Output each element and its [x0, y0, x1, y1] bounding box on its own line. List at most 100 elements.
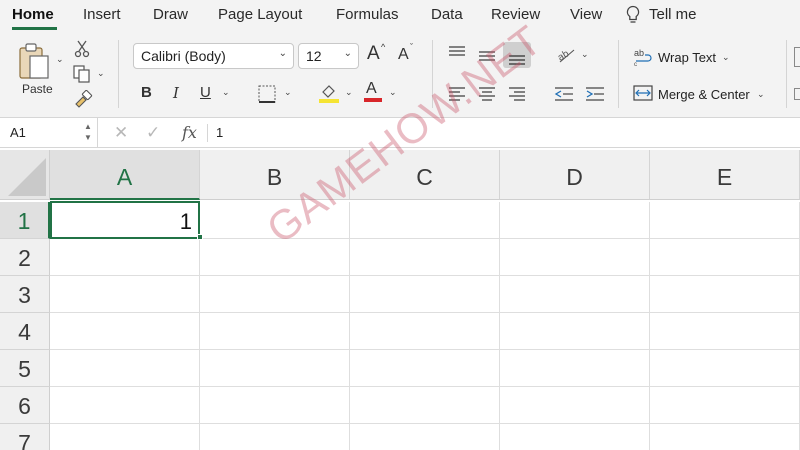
- row-header-3[interactable]: 3: [0, 276, 50, 313]
- number-format-icon[interactable]: [794, 88, 800, 100]
- cell-c5[interactable]: [350, 350, 500, 387]
- wrap-text-chevron-icon[interactable]: ⌄: [722, 52, 730, 63]
- row-header-5[interactable]: 5: [0, 350, 50, 387]
- cell-e5[interactable]: [650, 350, 800, 387]
- cut-icon[interactable]: [74, 40, 90, 58]
- font-color-button[interactable]: A: [366, 80, 377, 98]
- cell-a5[interactable]: [50, 350, 200, 387]
- underline-button[interactable]: U: [200, 84, 211, 101]
- cell-e3[interactable]: [650, 276, 800, 313]
- paste-options-chevron-icon[interactable]: ⌄: [56, 54, 64, 65]
- cell-b7[interactable]: [200, 424, 350, 450]
- bold-button[interactable]: B: [141, 84, 152, 101]
- column-header-d[interactable]: D: [500, 150, 650, 200]
- cell-b5[interactable]: [200, 350, 350, 387]
- shrink-font-caret-icon: ˇ: [410, 42, 413, 52]
- formula-input[interactable]: 1: [216, 125, 223, 140]
- cell-a7[interactable]: [50, 424, 200, 450]
- select-all-button[interactable]: [0, 150, 50, 200]
- tab-insert[interactable]: Insert: [83, 6, 121, 23]
- cell-d7[interactable]: [500, 424, 650, 450]
- name-box-stepper-icon[interactable]: ▲ ▼: [84, 121, 92, 143]
- tab-view[interactable]: View: [570, 6, 602, 23]
- column-header-e[interactable]: E: [650, 150, 800, 200]
- orientation-icon[interactable]: ab: [556, 44, 578, 64]
- increase-indent-icon[interactable]: [585, 86, 605, 102]
- column-header-a[interactable]: A: [50, 150, 200, 200]
- cell-e6[interactable]: [650, 387, 800, 424]
- row-header-2[interactable]: 2: [0, 239, 50, 276]
- cell-d3[interactable]: [500, 276, 650, 313]
- chevron-down-icon: ⌄: [278, 48, 287, 59]
- cell-d2[interactable]: [500, 239, 650, 276]
- font-size-dropdown[interactable]: 12 ⌄: [298, 43, 359, 69]
- ribbon-home: ⌄ Paste ⌄ Calibri (Body) ⌄ 12 ⌄ A ^ A ˇ …: [0, 30, 800, 118]
- tab-home[interactable]: Home: [12, 6, 54, 23]
- fill-handle[interactable]: [197, 234, 203, 240]
- copy-icon[interactable]: [73, 65, 91, 83]
- row-header-7[interactable]: 7: [0, 424, 50, 450]
- number-format-dropdown[interactable]: [794, 47, 800, 67]
- font-color-swatch: [364, 98, 382, 102]
- fill-color-chevron-icon[interactable]: ⌄: [345, 87, 353, 98]
- borders-icon[interactable]: [258, 85, 276, 103]
- cancel-icon[interactable]: ✕: [114, 123, 128, 143]
- borders-chevron-icon[interactable]: ⌄: [284, 87, 292, 98]
- name-box[interactable]: A1 ▲ ▼: [0, 118, 98, 148]
- insert-function-icon[interactable]: fx: [182, 123, 197, 142]
- font-name-dropdown[interactable]: Calibri (Body) ⌄: [133, 43, 294, 69]
- enter-icon[interactable]: ✓: [146, 123, 160, 143]
- tab-formulas[interactable]: Formulas: [336, 6, 399, 23]
- merge-center-button[interactable]: Merge & Center: [658, 87, 750, 102]
- cell-c1[interactable]: [350, 202, 500, 239]
- cell-c2[interactable]: [350, 239, 500, 276]
- underline-chevron-icon[interactable]: ⌄: [222, 87, 230, 98]
- merge-center-chevron-icon[interactable]: ⌄: [757, 89, 765, 100]
- wrap-text-icon: ab c: [634, 48, 652, 67]
- cell-a3[interactable]: [50, 276, 200, 313]
- cell-e2[interactable]: [650, 239, 800, 276]
- tab-tell-me[interactable]: Tell me: [649, 6, 697, 23]
- align-right-icon[interactable]: [508, 86, 526, 102]
- copy-options-chevron-icon[interactable]: ⌄: [97, 68, 105, 79]
- grow-font-button[interactable]: A: [367, 43, 380, 65]
- cell-c4[interactable]: [350, 313, 500, 350]
- fill-color-icon[interactable]: [318, 82, 340, 104]
- cell-b2[interactable]: [200, 239, 350, 276]
- cell-d4[interactable]: [500, 313, 650, 350]
- cell-a4[interactable]: [50, 313, 200, 350]
- cell-e1[interactable]: [650, 202, 800, 239]
- paste-button[interactable]: Paste: [22, 82, 53, 96]
- cell-e7[interactable]: [650, 424, 800, 450]
- italic-button[interactable]: I: [173, 84, 179, 102]
- cell-d1[interactable]: [500, 202, 650, 239]
- align-top-icon[interactable]: [448, 46, 466, 60]
- ribbon-separator: [118, 40, 119, 108]
- cell-c3[interactable]: [350, 276, 500, 313]
- shrink-font-button[interactable]: A: [398, 46, 409, 64]
- tab-page-layout[interactable]: Page Layout: [218, 6, 302, 23]
- paste-icon[interactable]: [18, 42, 54, 82]
- cell-e4[interactable]: [650, 313, 800, 350]
- cell-b3[interactable]: [200, 276, 350, 313]
- row-header-1[interactable]: 1: [0, 202, 50, 239]
- format-painter-icon[interactable]: [73, 90, 93, 108]
- wrap-text-button[interactable]: Wrap Text: [658, 50, 716, 65]
- row-header-6[interactable]: 6: [0, 387, 50, 424]
- cell-d5[interactable]: [500, 350, 650, 387]
- cell-c6[interactable]: [350, 387, 500, 424]
- cell-b4[interactable]: [200, 313, 350, 350]
- cell-a1[interactable]: 1: [50, 201, 200, 239]
- cell-d6[interactable]: [500, 387, 650, 424]
- cell-a6[interactable]: [50, 387, 200, 424]
- font-color-chevron-icon[interactable]: ⌄: [389, 87, 397, 98]
- svg-text:c: c: [634, 62, 637, 67]
- row-header-4[interactable]: 4: [0, 313, 50, 350]
- tab-draw[interactable]: Draw: [153, 6, 188, 23]
- orientation-chevron-icon[interactable]: ⌄: [581, 49, 589, 60]
- cell-c7[interactable]: [350, 424, 500, 450]
- cell-b6[interactable]: [200, 387, 350, 424]
- cell-a2[interactable]: [50, 239, 200, 276]
- decrease-indent-icon[interactable]: [554, 86, 574, 102]
- tab-data[interactable]: Data: [431, 6, 463, 23]
